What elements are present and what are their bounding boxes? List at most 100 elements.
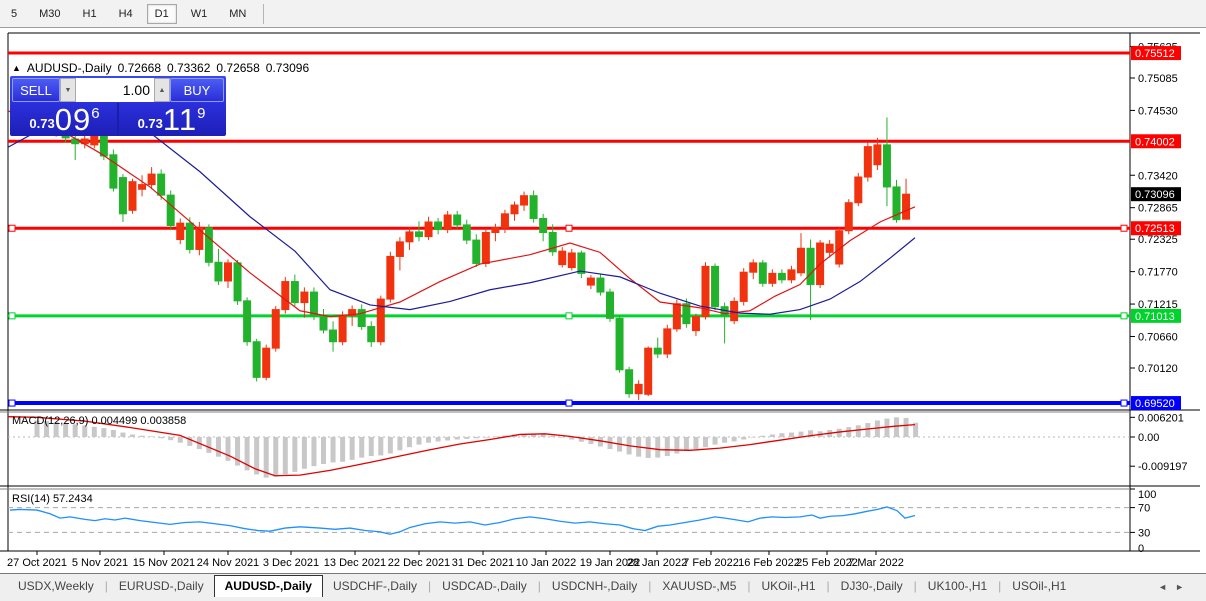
price-level-badge[interactable]: 0.71013 (1131, 308, 1181, 323)
candle-body (224, 262, 232, 282)
badge-label: 0.74002 (1135, 136, 1175, 148)
price-tick-label: 0.72865 (1138, 203, 1178, 215)
ohlc-close: 0.73096 (265, 61, 310, 75)
rsi-tick-label: 0 (1138, 543, 1144, 555)
chart-window[interactable]: 0.756250.750850.745300.734200.728650.723… (0, 28, 1206, 573)
candle-body (672, 303, 681, 330)
sell-button[interactable]: SELL (12, 78, 60, 102)
price-level-badge[interactable]: 0.75512 (1131, 46, 1181, 61)
date-label: 7 Feb 2022 (683, 557, 739, 569)
tab-uk100-h1[interactable]: UK100-,H1 (918, 576, 997, 597)
tab-ukoil-h1[interactable]: UKOil-,H1 (752, 576, 826, 597)
tab-usdcad-daily[interactable]: USDCAD-,Daily (432, 576, 537, 597)
buy-button[interactable]: BUY (170, 78, 224, 102)
candle-body (443, 214, 452, 231)
candle-body (596, 277, 605, 293)
candle-body (663, 328, 672, 355)
badge-label: 0.75512 (1135, 48, 1175, 60)
timeframe-toolbar: 5 M30 H1 H4 D1 W1 MN (0, 0, 1206, 28)
sell-price-display[interactable]: 0.73 09 6 (12, 103, 117, 135)
tab-usdchf-daily[interactable]: USDCHF-,Daily (323, 576, 427, 597)
sell-price-pip: 6 (91, 105, 100, 122)
tab-scroll-left-icon[interactable]: ◄ (1158, 582, 1175, 592)
candle-body (825, 243, 834, 253)
macd-tick-label: -0.009197 (1138, 461, 1188, 473)
candle-body (529, 195, 538, 219)
timeframe-button-W1[interactable]: W1 (183, 4, 216, 24)
price-level-badge[interactable]: 0.69520 (1131, 396, 1181, 411)
rsi-line (9, 506, 916, 535)
candle-body (625, 369, 634, 395)
price-tick-label: 0.73420 (1138, 170, 1178, 182)
buy-price-prefix: 0.73 (137, 116, 163, 131)
date-label: 5 Nov 2021 (72, 557, 128, 569)
candle-body (567, 252, 576, 269)
tab-scroll-right-icon[interactable]: ► (1175, 582, 1192, 592)
line-handle[interactable] (1120, 224, 1128, 232)
ohlc-open: 0.72668 (117, 61, 161, 75)
chart-title-row: ▲ AUDUSD-,Daily 0.72668 0.73362 0.72658 … (12, 61, 309, 75)
date-label: 28 Jan 2022 (627, 557, 688, 569)
timeframe-button-D1[interactable]: D1 (146, 3, 177, 24)
price-axis[interactable]: 0.756250.750850.745300.734200.728650.723… (1130, 41, 1188, 555)
date-axis[interactable]: 27 Oct 2021 5 Nov 2021 15 Nov 2021 24 Nov 2… (7, 551, 904, 569)
timeframe-button-H1[interactable]: H1 (75, 4, 105, 24)
candle-body (185, 222, 194, 250)
line-handle[interactable] (1120, 312, 1128, 320)
tab-eurusd-daily[interactable]: EURUSD-,Daily (109, 576, 214, 597)
candle-body (319, 315, 328, 331)
volume-increase-button[interactable]: ▲ (154, 78, 170, 102)
candle-body (787, 269, 796, 281)
candle-body (844, 202, 853, 232)
line-handle[interactable] (565, 312, 573, 320)
line-handle[interactable] (8, 224, 16, 232)
tab-usoil-h1[interactable]: USOil-,H1 (1002, 576, 1076, 597)
chart-tabs: USDX,Weekly | EURUSD-,Daily AUDUSD-,Daily US… (0, 574, 1206, 597)
price-level-badge[interactable]: 0.72513 (1131, 221, 1181, 236)
price-tick-label: 0.75085 (1138, 73, 1178, 85)
tab-audusd-daily[interactable]: AUDUSD-,Daily (213, 575, 323, 597)
candle-body (252, 341, 261, 378)
candle-body (481, 231, 490, 264)
candle-body (500, 213, 509, 229)
tab-xauusd-m5[interactable]: XAUUSD-,M5 (652, 576, 746, 597)
badge-label: 0.71013 (1135, 311, 1175, 323)
price-level-badge[interactable]: 0.74002 (1131, 134, 1181, 149)
candle-body (118, 177, 127, 215)
timeframe-button-5[interactable]: 5 (3, 4, 25, 24)
chart-symbol-label: AUDUSD-,Daily (26, 61, 112, 75)
candle-body (214, 261, 223, 282)
toolbar-separator (263, 3, 265, 24)
ohlc-low: 0.72658 (216, 61, 260, 75)
candle-body (691, 316, 700, 332)
candle-body (863, 146, 872, 178)
timeframe-button-MN[interactable]: MN (221, 4, 254, 24)
buy-price-display[interactable]: 0.73 11 9 (119, 103, 224, 135)
line-handle[interactable] (565, 224, 573, 232)
date-label: 15 Nov 2021 (133, 557, 195, 569)
rsi-label: RSI(14) 57.2434 (12, 493, 93, 505)
line-handle[interactable] (565, 399, 573, 407)
candle-body (749, 262, 758, 273)
sell-price-prefix: 0.73 (29, 116, 55, 131)
timeframe-button-H4[interactable]: H4 (111, 4, 141, 24)
candle-body (902, 193, 911, 220)
line-handle[interactable] (8, 312, 16, 320)
tab-usdx-weekly[interactable]: USDX,Weekly (8, 576, 104, 597)
candle-body (434, 221, 443, 231)
candle-body (854, 176, 863, 204)
badge-label: 0.73096 (1135, 189, 1175, 201)
candle-body (520, 195, 529, 206)
line-handle[interactable] (8, 399, 16, 407)
timeframe-button-M30[interactable]: M30 (31, 4, 68, 24)
volume-input[interactable] (76, 78, 154, 102)
volume-decrease-button[interactable]: ▼ (60, 78, 76, 102)
candle-body (147, 173, 156, 186)
tab-dj30-daily[interactable]: DJ30-,Daily (831, 576, 913, 597)
line-handle[interactable] (1120, 399, 1128, 407)
macd-label: MACD(12,26,9) 0.004499 0.003858 (12, 415, 186, 427)
collapse-quotes-icon[interactable]: ▲ (12, 63, 21, 73)
candle-body (739, 271, 748, 302)
price-level-badge[interactable]: 0.73096 (1131, 187, 1181, 202)
tab-usdcnh-daily[interactable]: USDCNH-,Daily (542, 576, 647, 597)
